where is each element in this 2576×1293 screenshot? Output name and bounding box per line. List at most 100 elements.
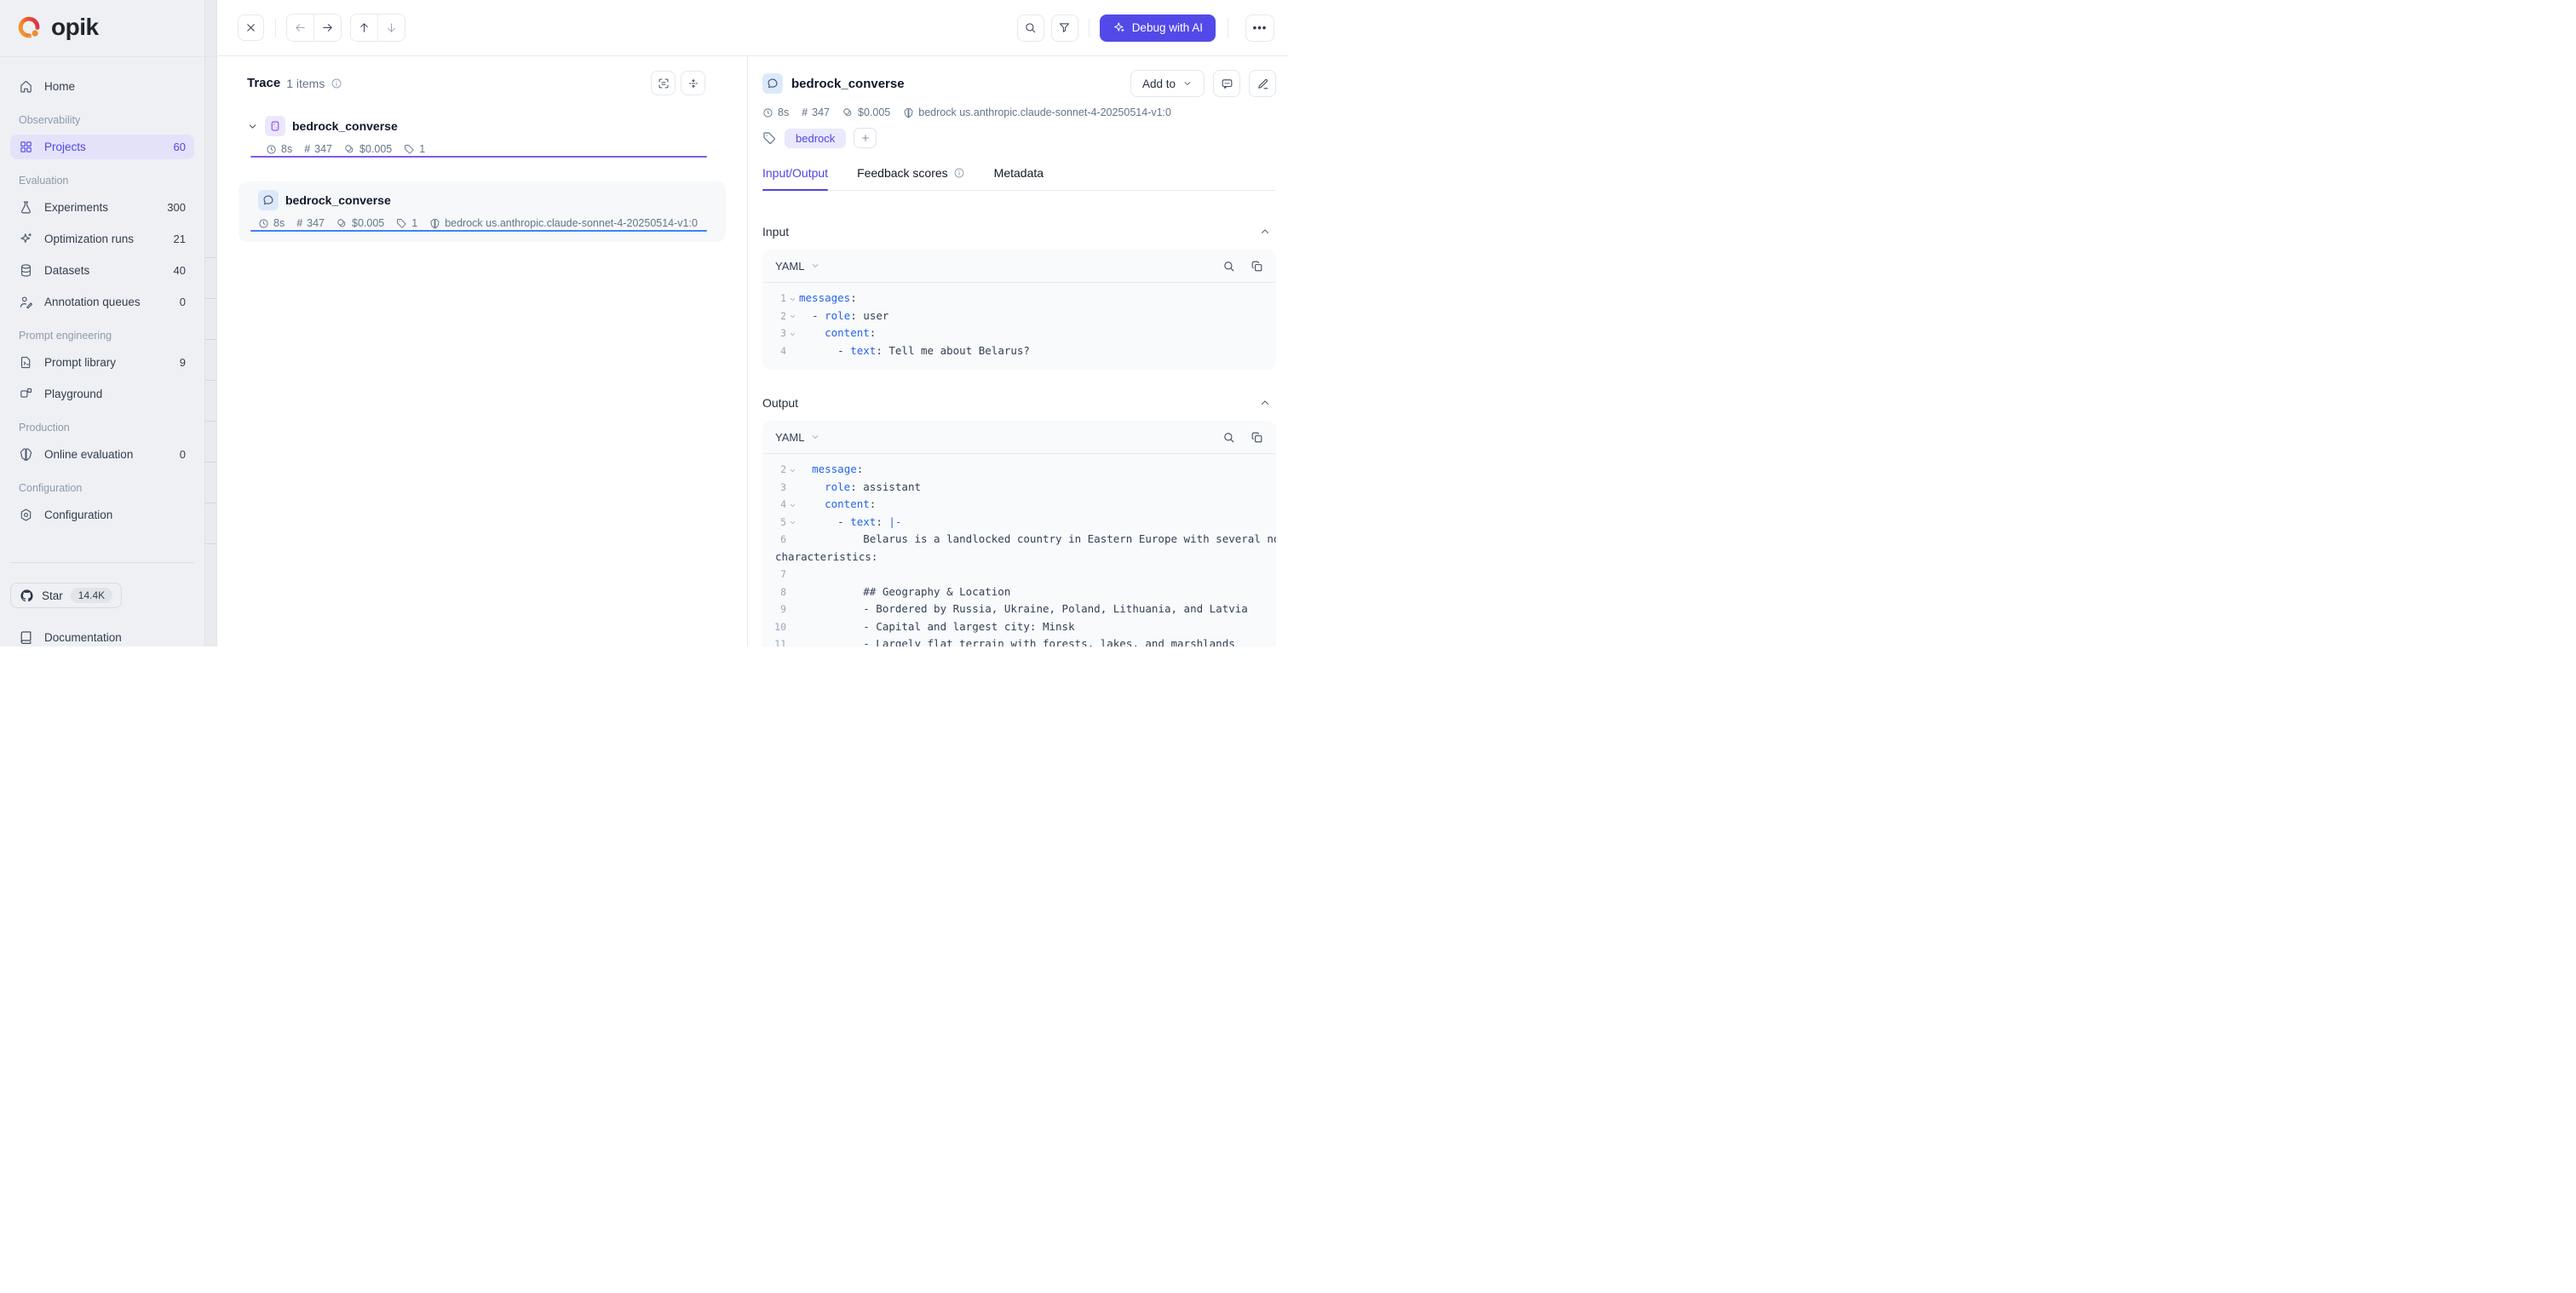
file-code-icon	[19, 355, 33, 370]
item-count: 40	[174, 264, 186, 277]
search-button[interactable]	[1017, 14, 1044, 42]
search-icon[interactable]	[1222, 260, 1235, 273]
fold-chevron-icon[interactable]	[786, 329, 799, 338]
tag-icon	[762, 131, 777, 146]
copy-icon[interactable]	[1251, 431, 1263, 444]
line-number: 3	[771, 479, 786, 497]
fold-chevron-icon[interactable]	[786, 517, 799, 526]
sidebar-item-label: Prompt library	[44, 356, 116, 369]
trace-tree: bedrock_converse 8s # 347 $	[239, 107, 726, 242]
format-select[interactable]: YAML	[775, 260, 820, 273]
chat-bubble-icon	[262, 194, 274, 206]
up-span-button[interactable]	[351, 14, 377, 41]
fold-chevron-icon[interactable]	[786, 500, 799, 509]
tag-bedrock[interactable]: bedrock	[785, 129, 846, 148]
tag-icon	[396, 218, 407, 229]
chevron-down-icon[interactable]	[247, 121, 258, 132]
logo-text: opik	[51, 14, 99, 41]
code-text: role: assistant	[799, 479, 921, 497]
hash-icon: #	[304, 143, 310, 155]
chat-bubble-icon	[767, 78, 779, 89]
github-star-button[interactable]: Star 14.4K	[10, 583, 122, 608]
format-select[interactable]: YAML	[775, 431, 820, 444]
code-text: - Capital and largest city: Minsk	[799, 618, 1075, 636]
sidebar-item-playground[interactable]: Playground	[10, 382, 194, 406]
collapse-section-icon[interactable]	[1259, 397, 1271, 409]
sidebar-item-online-evaluation[interactable]: Online evaluation 0	[10, 442, 194, 467]
sidebar-item-projects[interactable]: Projects 60	[10, 135, 194, 159]
line-number: 9	[771, 601, 786, 618]
coins-icon	[344, 144, 355, 155]
item-count: 0	[180, 448, 186, 461]
search-icon	[1024, 21, 1037, 34]
output-yaml-code[interactable]: 2 message:3 role: assistant4 content:5 -…	[762, 454, 1276, 646]
close-button[interactable]	[238, 14, 264, 41]
plus-icon	[860, 133, 871, 143]
tab-feedback-scores[interactable]: Feedback scores	[857, 166, 965, 190]
next-trace-button[interactable]	[313, 14, 341, 41]
collapse-tree-button[interactable]	[681, 71, 705, 95]
code-text: - Largely flat terrain with forests, lak…	[799, 635, 1235, 646]
span-detail-panel: bedrock_converse Add to	[748, 56, 1288, 646]
code-text: - Bordered by Russia, Ukraine, Poland, L…	[799, 601, 1248, 618]
section-prompt-engineering: Prompt engineering	[19, 330, 186, 342]
section-evaluation: Evaluation	[19, 175, 186, 187]
prev-trace-button[interactable]	[287, 14, 313, 41]
more-actions-button[interactable]: •••	[1245, 14, 1274, 42]
section-configuration: Configuration	[19, 482, 186, 494]
sidebar-nav: Home Observability Projects 60 Evaluatio…	[0, 57, 204, 527]
grid-icon	[19, 140, 33, 154]
expand-tree-button[interactable]	[651, 71, 676, 95]
sidebar-item-label: Projects	[44, 141, 86, 153]
trace-row-root[interactable]: bedrock_converse 8s # 347 $	[239, 107, 726, 168]
flask-icon	[19, 200, 33, 215]
code-line: 2 - role: user	[771, 307, 1264, 325]
model-name: bedrock us.anthropic.claude-sonnet-4-202…	[429, 217, 698, 229]
tab-input-output[interactable]: Input/Output	[762, 166, 828, 190]
down-span-button[interactable]	[377, 14, 405, 41]
line-number: 4	[771, 496, 786, 514]
filter-button[interactable]	[1051, 14, 1078, 42]
tab-metadata[interactable]: Metadata	[994, 166, 1044, 190]
tag-count: 1	[396, 217, 417, 229]
line-number: 1	[771, 290, 786, 307]
sidebar-item-documentation[interactable]: Documentation	[19, 625, 122, 646]
sidebar-item-home[interactable]: Home	[10, 74, 194, 99]
item-count: 9	[180, 356, 186, 369]
tag-icon	[404, 144, 415, 155]
search-icon[interactable]	[1222, 431, 1235, 444]
trace-name: bedrock_converse	[292, 119, 398, 133]
add-tag-button[interactable]	[854, 128, 877, 148]
sidebar-item-annotation-queues[interactable]: Annotation queues 0	[10, 290, 194, 314]
sidebar-item-prompt-library[interactable]: Prompt library 9	[10, 350, 194, 375]
trace-header: Trace 1 items	[247, 71, 726, 95]
collapse-vertical-icon	[687, 78, 699, 89]
add-to-button[interactable]: Add to	[1130, 70, 1205, 97]
ellipsis-icon: •••	[1253, 21, 1268, 34]
comment-button[interactable]	[1213, 70, 1240, 97]
collapse-section-icon[interactable]	[1259, 226, 1271, 238]
sidebar-item-configuration[interactable]: Configuration	[10, 503, 194, 527]
trace-tree-panel: Trace 1 items	[218, 56, 748, 646]
logo[interactable]: opik	[0, 0, 204, 57]
code-text: - text: |-	[799, 514, 901, 532]
line-number: 3	[771, 325, 786, 342]
sidebar-item-datasets[interactable]: Datasets 40	[10, 258, 194, 283]
copy-icon[interactable]	[1251, 260, 1263, 273]
trace-row-span-selected[interactable]: bedrock_converse 8s # 347 $	[239, 181, 726, 242]
section-observability: Observability	[19, 114, 186, 126]
clock-icon	[266, 144, 277, 155]
playground-icon	[19, 387, 33, 401]
fold-chevron-icon[interactable]	[786, 465, 799, 474]
code-line: 3 content:	[771, 325, 1264, 342]
edit-button[interactable]	[1249, 70, 1276, 97]
input-yaml-code[interactable]: 1messages:2 - role: user3 content:4 - te…	[762, 283, 1276, 370]
info-icon[interactable]	[331, 78, 342, 89]
fold-chevron-icon[interactable]	[786, 294, 799, 303]
fold-chevron-icon[interactable]	[786, 311, 799, 320]
debug-with-ai-button[interactable]: Debug with AI	[1100, 14, 1216, 42]
sidebar-item-optimization-runs[interactable]: Optimization runs 21	[10, 227, 194, 251]
clock-icon	[258, 218, 269, 229]
sidebar-item-experiments[interactable]: Experiments 300	[10, 195, 194, 220]
code-line: 8 ## Geography & Location	[771, 583, 1264, 601]
